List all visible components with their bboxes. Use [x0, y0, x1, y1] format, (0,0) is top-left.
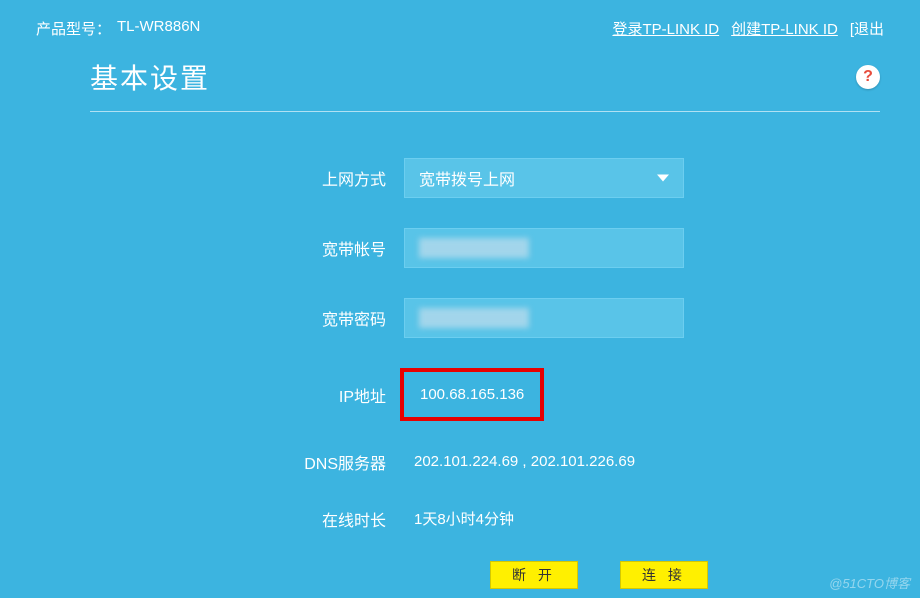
label-dns: DNS服务器	[90, 450, 404, 474]
row-conn-type: 上网方式 宽带拨号上网	[90, 158, 880, 198]
conn-type-select[interactable]: 宽带拨号上网	[404, 158, 684, 198]
password-blurred	[419, 308, 529, 328]
label-password: 宽带密码	[90, 306, 404, 330]
help-icon[interactable]: ?	[856, 65, 880, 89]
password-input[interactable]	[404, 298, 684, 338]
model-label: 产品型号：	[36, 18, 111, 39]
uptime-value: 1天8小时4分钟	[404, 502, 524, 535]
model-value: TL-WR886N	[117, 18, 200, 39]
account-blurred	[419, 238, 529, 258]
page-title: 基本设置	[90, 57, 210, 97]
row-dns: DNS服务器 202.101.224.69 , 202.101.226.69	[90, 447, 880, 476]
connect-button[interactable]: 连 接	[620, 561, 708, 589]
topbar: 产品型号： TL-WR886N 登录TP-LINK ID 创建TP-LINK I…	[0, 0, 920, 57]
row-uptime: 在线时长 1天8小时4分钟	[90, 502, 880, 535]
login-link[interactable]: 登录TP-LINK ID	[612, 18, 719, 39]
conn-type-value: 宽带拨号上网	[419, 166, 515, 190]
title-row: 基本设置 ?	[90, 57, 880, 112]
dns-value: 202.101.224.69 , 202.101.226.69	[404, 447, 645, 476]
label-ip: IP地址	[90, 383, 404, 407]
button-row: 断 开 连 接	[490, 561, 880, 589]
logout-link[interactable]: [退出	[850, 18, 884, 39]
watermark: @51CTO博客	[829, 573, 910, 592]
row-password: 宽带密码	[90, 298, 880, 338]
label-uptime: 在线时长	[90, 507, 404, 531]
label-account: 宽带帐号	[90, 236, 404, 260]
disconnect-button[interactable]: 断 开	[490, 561, 578, 589]
content: 基本设置 ? 上网方式 宽带拨号上网 宽带帐号 宽带密码 IP地址 100.68…	[90, 57, 880, 589]
chevron-down-icon	[657, 175, 669, 182]
row-ip: IP地址 100.68.165.136	[90, 368, 880, 421]
topbar-links: 登录TP-LINK ID 创建TP-LINK ID [退出	[612, 18, 884, 39]
row-account: 宽带帐号	[90, 228, 880, 268]
create-link[interactable]: 创建TP-LINK ID	[731, 18, 838, 39]
label-conn-type: 上网方式	[90, 166, 404, 190]
ip-highlight-box: 100.68.165.136	[400, 368, 544, 421]
account-input[interactable]	[404, 228, 684, 268]
product-model: 产品型号： TL-WR886N	[36, 18, 200, 39]
ip-value: 100.68.165.136	[420, 386, 524, 403]
